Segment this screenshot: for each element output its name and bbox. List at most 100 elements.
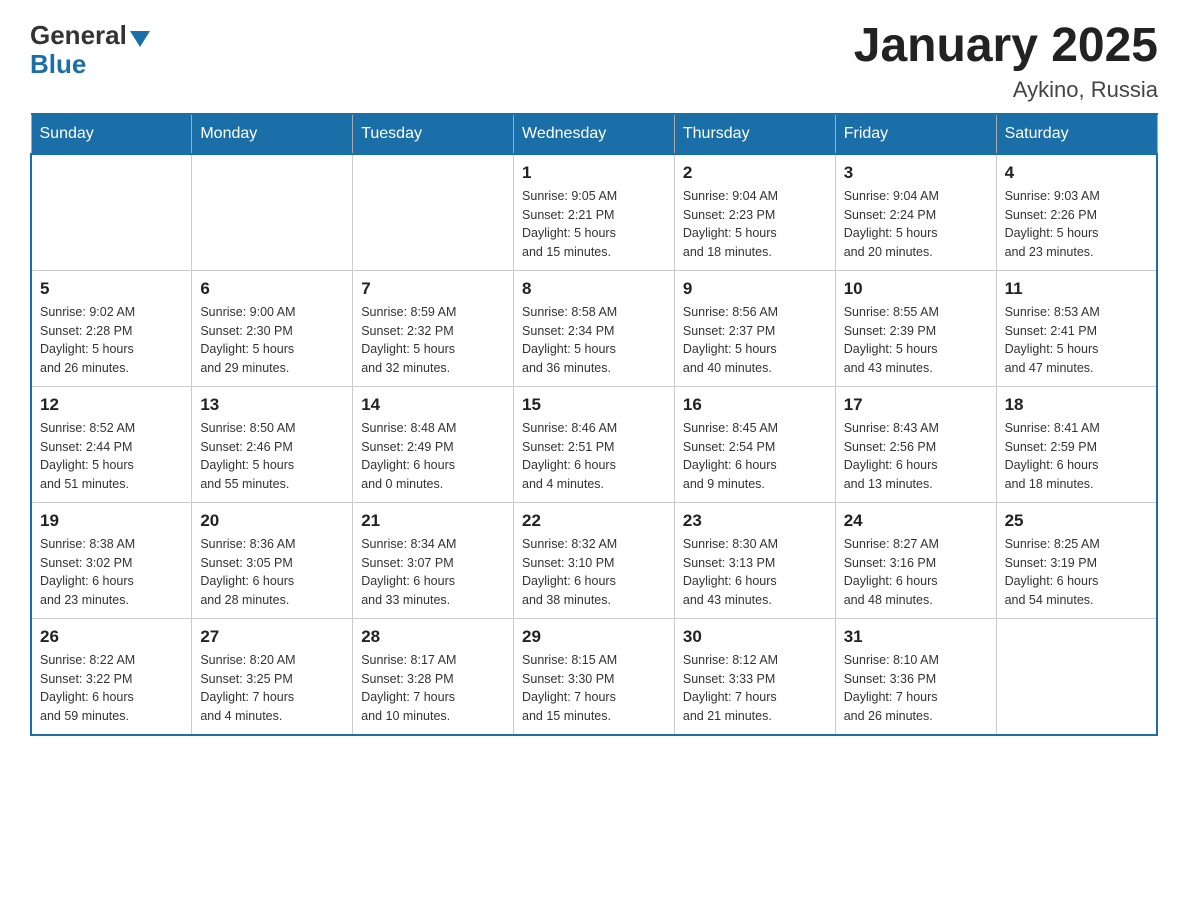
calendar-cell: 12 Sunrise: 8:52 AMSunset: 2:44 PMDayligh… <box>31 386 192 502</box>
calendar-title: January 2025 <box>854 20 1158 73</box>
day-number: 1 <box>522 163 666 183</box>
day-number: 31 <box>844 627 988 647</box>
day-number: 28 <box>361 627 505 647</box>
calendar-cell: 31 Sunrise: 8:10 AMSunset: 3:36 PMDayligh… <box>835 618 996 735</box>
calendar-cell <box>996 618 1157 735</box>
day-info: Sunrise: 8:45 AMSunset: 2:54 PMDaylight:… <box>683 419 827 494</box>
calendar-table: SundayMondayTuesdayWednesdayThursdayFrid… <box>30 113 1158 736</box>
day-info: Sunrise: 8:30 AMSunset: 3:13 PMDaylight:… <box>683 535 827 610</box>
day-info: Sunrise: 8:53 AMSunset: 2:41 PMDaylight:… <box>1005 303 1148 378</box>
day-info: Sunrise: 8:50 AMSunset: 2:46 PMDaylight:… <box>200 419 344 494</box>
calendar-cell: 11 Sunrise: 8:53 AMSunset: 2:41 PMDayligh… <box>996 270 1157 386</box>
day-header-friday: Friday <box>835 114 996 154</box>
day-info: Sunrise: 8:20 AMSunset: 3:25 PMDaylight:… <box>200 651 344 726</box>
day-number: 11 <box>1005 279 1148 299</box>
day-number: 25 <box>1005 511 1148 531</box>
logo-triangle-icon <box>130 31 150 47</box>
day-number: 6 <box>200 279 344 299</box>
day-header-monday: Monday <box>192 114 353 154</box>
calendar-cell: 14 Sunrise: 8:48 AMSunset: 2:49 PMDayligh… <box>353 386 514 502</box>
day-number: 8 <box>522 279 666 299</box>
week-row-4: 26 Sunrise: 8:22 AMSunset: 3:22 PMDayligh… <box>31 618 1157 735</box>
calendar-cell: 21Sunrise: 8:34 AMSunset: 3:07 PMDayligh… <box>353 502 514 618</box>
day-info: Sunrise: 9:04 AMSunset: 2:23 PMDaylight:… <box>683 187 827 262</box>
calendar-cell: 10 Sunrise: 8:55 AMSunset: 2:39 PMDayligh… <box>835 270 996 386</box>
calendar-cell: 28 Sunrise: 8:17 AMSunset: 3:28 PMDayligh… <box>353 618 514 735</box>
day-number: 21 <box>361 511 505 531</box>
day-info: Sunrise: 8:27 AMSunset: 3:16 PMDaylight:… <box>844 535 988 610</box>
day-info: Sunrise: 8:15 AMSunset: 3:30 PMDaylight:… <box>522 651 666 726</box>
day-header-thursday: Thursday <box>674 114 835 154</box>
week-row-2: 12 Sunrise: 8:52 AMSunset: 2:44 PMDayligh… <box>31 386 1157 502</box>
day-number: 20 <box>200 511 344 531</box>
calendar-cell: 22Sunrise: 8:32 AMSunset: 3:10 PMDayligh… <box>514 502 675 618</box>
day-info: Sunrise: 8:17 AMSunset: 3:28 PMDaylight:… <box>361 651 505 726</box>
day-number: 4 <box>1005 163 1148 183</box>
day-info: Sunrise: 8:48 AMSunset: 2:49 PMDaylight:… <box>361 419 505 494</box>
day-info: Sunrise: 8:25 AMSunset: 3:19 PMDaylight:… <box>1005 535 1148 610</box>
day-info: Sunrise: 8:46 AMSunset: 2:51 PMDaylight:… <box>522 419 666 494</box>
day-info: Sunrise: 9:03 AMSunset: 2:26 PMDaylight:… <box>1005 187 1148 262</box>
day-info: Sunrise: 9:00 AMSunset: 2:30 PMDaylight:… <box>200 303 344 378</box>
day-number: 16 <box>683 395 827 415</box>
title-block: January 2025 Aykino, Russia <box>854 20 1158 103</box>
calendar-cell: 26 Sunrise: 8:22 AMSunset: 3:22 PMDayligh… <box>31 618 192 735</box>
day-info: Sunrise: 8:36 AMSunset: 3:05 PMDaylight:… <box>200 535 344 610</box>
calendar-cell: 13Sunrise: 8:50 AMSunset: 2:46 PMDayligh… <box>192 386 353 502</box>
calendar-cell: 15 Sunrise: 8:46 AMSunset: 2:51 PMDayligh… <box>514 386 675 502</box>
day-info: Sunrise: 9:04 AMSunset: 2:24 PMDaylight:… <box>844 187 988 262</box>
calendar-cell: 9 Sunrise: 8:56 AMSunset: 2:37 PMDaylight… <box>674 270 835 386</box>
day-info: Sunrise: 9:05 AMSunset: 2:21 PMDaylight:… <box>522 187 666 262</box>
calendar-cell: 23 Sunrise: 8:30 AMSunset: 3:13 PMDayligh… <box>674 502 835 618</box>
calendar-cell: 24Sunrise: 8:27 AMSunset: 3:16 PMDayligh… <box>835 502 996 618</box>
day-number: 29 <box>522 627 666 647</box>
day-info: Sunrise: 8:32 AMSunset: 3:10 PMDaylight:… <box>522 535 666 610</box>
calendar-cell <box>31 154 192 271</box>
calendar-cell <box>353 154 514 271</box>
day-number: 10 <box>844 279 988 299</box>
calendar-cell: 2 Sunrise: 9:04 AMSunset: 2:23 PMDaylight… <box>674 154 835 271</box>
day-number: 9 <box>683 279 827 299</box>
day-number: 5 <box>40 279 183 299</box>
calendar-cell: 4 Sunrise: 9:03 AMSunset: 2:26 PMDaylight… <box>996 154 1157 271</box>
day-number: 27 <box>200 627 344 647</box>
day-info: Sunrise: 8:56 AMSunset: 2:37 PMDaylight:… <box>683 303 827 378</box>
logo-general-text: General <box>30 20 127 51</box>
day-number: 19 <box>40 511 183 531</box>
calendar-cell: 8 Sunrise: 8:58 AMSunset: 2:34 PMDaylight… <box>514 270 675 386</box>
day-header-tuesday: Tuesday <box>353 114 514 154</box>
page-header: General Blue January 2025 Aykino, Russia <box>30 20 1158 103</box>
day-header-wednesday: Wednesday <box>514 114 675 154</box>
calendar-cell: 3Sunrise: 9:04 AMSunset: 2:24 PMDaylight… <box>835 154 996 271</box>
day-info: Sunrise: 8:59 AMSunset: 2:32 PMDaylight:… <box>361 303 505 378</box>
day-number: 23 <box>683 511 827 531</box>
day-info: Sunrise: 8:52 AMSunset: 2:44 PMDaylight:… <box>40 419 183 494</box>
day-header-saturday: Saturday <box>996 114 1157 154</box>
calendar-cell: 30Sunrise: 8:12 AMSunset: 3:33 PMDayligh… <box>674 618 835 735</box>
calendar-cell: 16 Sunrise: 8:45 AMSunset: 2:54 PMDayligh… <box>674 386 835 502</box>
day-info: Sunrise: 8:58 AMSunset: 2:34 PMDaylight:… <box>522 303 666 378</box>
day-header-sunday: Sunday <box>31 114 192 154</box>
calendar-cell: 20 Sunrise: 8:36 AMSunset: 3:05 PMDayligh… <box>192 502 353 618</box>
day-number: 18 <box>1005 395 1148 415</box>
calendar-header-row: SundayMondayTuesdayWednesdayThursdayFrid… <box>31 114 1157 154</box>
calendar-cell: 17 Sunrise: 8:43 AMSunset: 2:56 PMDayligh… <box>835 386 996 502</box>
day-info: Sunrise: 8:10 AMSunset: 3:36 PMDaylight:… <box>844 651 988 726</box>
day-number: 12 <box>40 395 183 415</box>
day-info: Sunrise: 8:41 AMSunset: 2:59 PMDaylight:… <box>1005 419 1148 494</box>
day-number: 7 <box>361 279 505 299</box>
calendar-cell: 19 Sunrise: 8:38 AMSunset: 3:02 PMDayligh… <box>31 502 192 618</box>
calendar-cell: 27 Sunrise: 8:20 AMSunset: 3:25 PMDayligh… <box>192 618 353 735</box>
day-number: 14 <box>361 395 505 415</box>
day-info: Sunrise: 8:55 AMSunset: 2:39 PMDaylight:… <box>844 303 988 378</box>
day-number: 15 <box>522 395 666 415</box>
day-info: Sunrise: 8:43 AMSunset: 2:56 PMDaylight:… <box>844 419 988 494</box>
calendar-cell <box>192 154 353 271</box>
logo-blue-text: Blue <box>30 49 86 80</box>
day-info: Sunrise: 8:22 AMSunset: 3:22 PMDaylight:… <box>40 651 183 726</box>
day-number: 17 <box>844 395 988 415</box>
day-number: 26 <box>40 627 183 647</box>
day-number: 2 <box>683 163 827 183</box>
day-info: Sunrise: 8:12 AMSunset: 3:33 PMDaylight:… <box>683 651 827 726</box>
day-info: Sunrise: 8:38 AMSunset: 3:02 PMDaylight:… <box>40 535 183 610</box>
